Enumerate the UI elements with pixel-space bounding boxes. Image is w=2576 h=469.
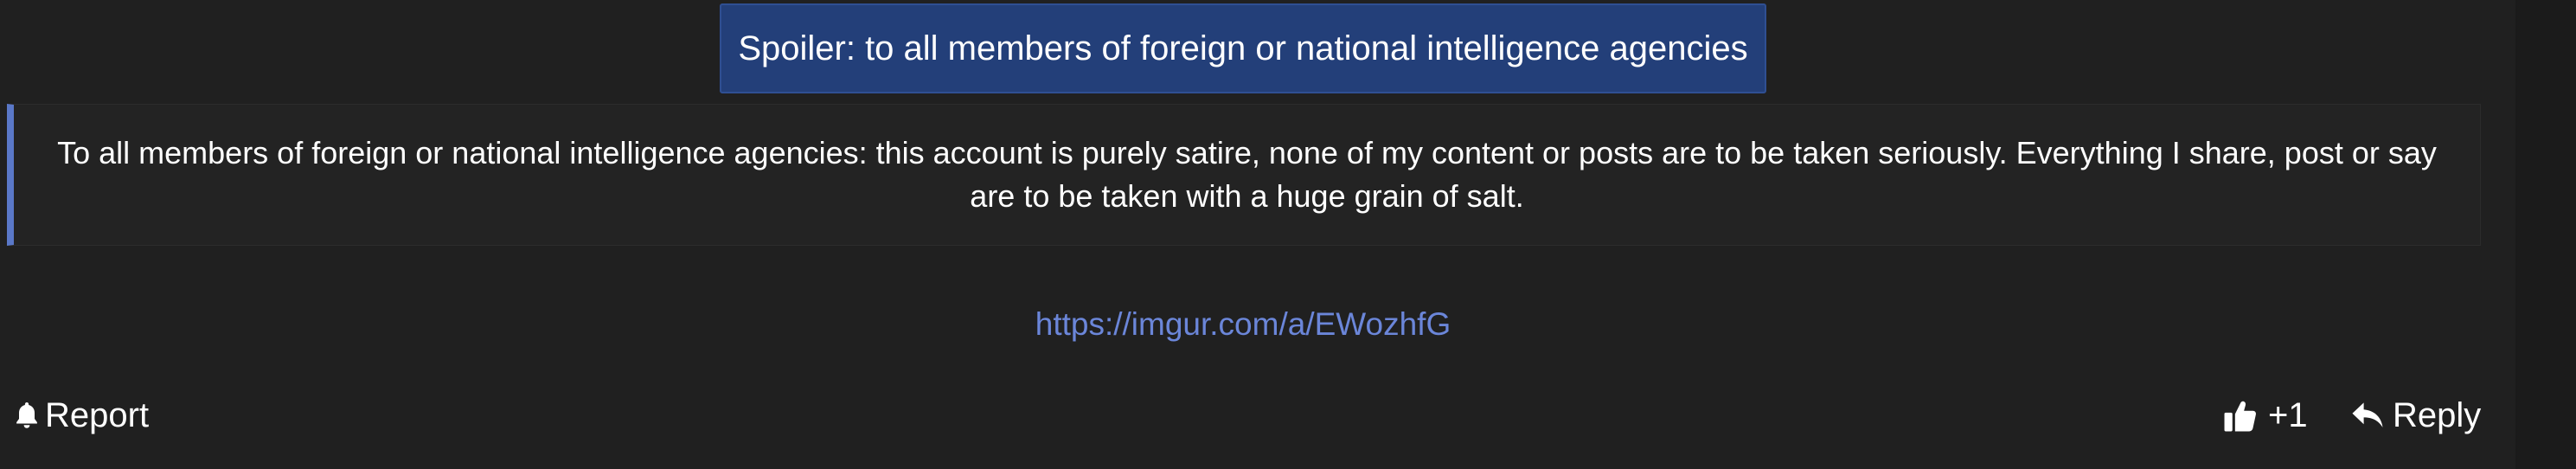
bell-icon (16, 402, 37, 428)
reply-arrow-icon (2352, 402, 2383, 427)
report-button[interactable]: Report (14, 391, 149, 440)
reply-label: Reply (2393, 395, 2482, 434)
reply-button[interactable]: Reply (2351, 391, 2481, 440)
scrollbar-track[interactable] (2515, 0, 2576, 469)
thumbs-up-icon (2224, 401, 2256, 432)
report-label: Report (45, 395, 150, 434)
imgur-link[interactable]: https://imgur.com/a/EWozhfG (1035, 306, 1451, 342)
like-count: +1 (2268, 395, 2308, 434)
post-link-row: https://imgur.com/a/EWozhfG (0, 306, 2486, 343)
spoiler-text: To all members of foreign or national in… (57, 135, 2437, 214)
spoiler-button-label: Spoiler: to all members of foreign or na… (738, 29, 1748, 67)
spoiler-content-block: To all members of foreign or national in… (7, 104, 2481, 246)
like-button[interactable]: +1 (2223, 391, 2308, 440)
post-body: Spoiler: to all members of foreign or na… (0, 0, 2576, 469)
spoiler-toggle-button[interactable]: Spoiler: to all members of foreign or na… (720, 3, 1766, 93)
